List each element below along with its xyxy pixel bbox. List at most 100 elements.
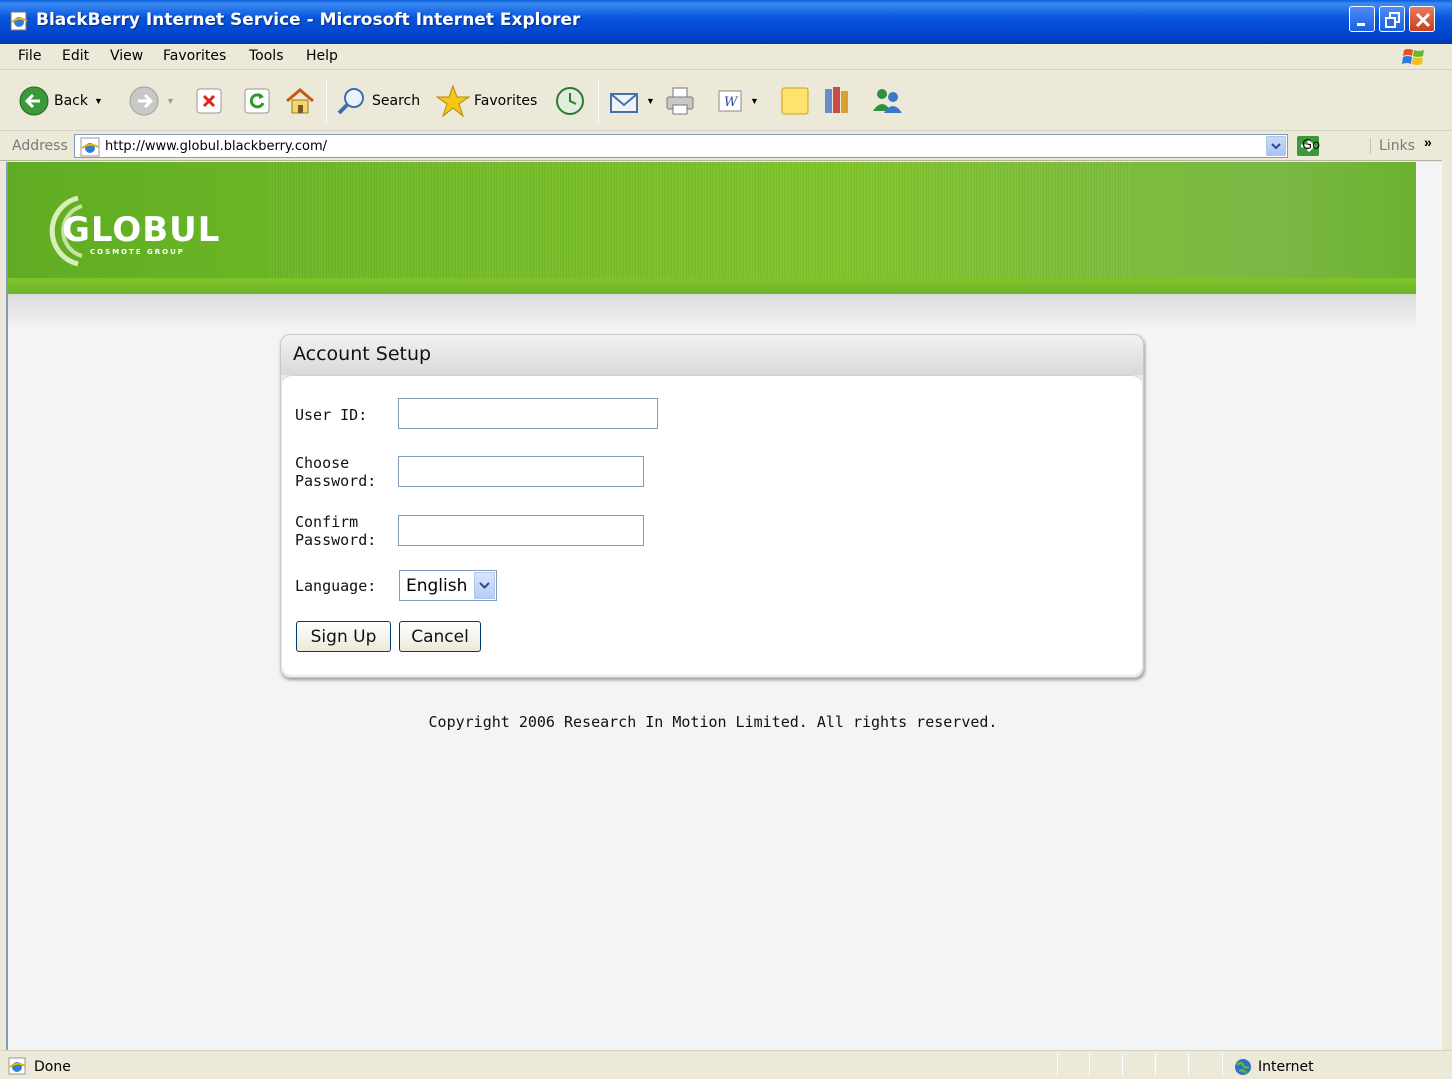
user-id-input[interactable] (398, 398, 658, 429)
favorites-star-icon (436, 84, 470, 118)
discuss-button[interactable] (780, 71, 810, 131)
language-select[interactable]: English (399, 570, 497, 601)
account-setup-panel: Account Setup User ID: Choose Password: … (280, 334, 1144, 678)
title-bar: BlackBerry Internet Service - Microsoft … (0, 0, 1452, 44)
window-frame-edge (1442, 132, 1452, 1050)
menu-view[interactable]: View (110, 48, 143, 64)
history-icon (556, 87, 584, 115)
menu-bar: File Edit View Favorites Tools Help (0, 44, 1452, 70)
word-edit-icon: W (718, 90, 742, 112)
language-label: Language: (295, 577, 377, 595)
status-divider (1188, 1054, 1189, 1076)
security-zone-label: Internet (1258, 1059, 1314, 1075)
address-label: Address (12, 138, 68, 154)
status-divider (1089, 1054, 1090, 1076)
ie-page-icon (80, 137, 100, 157)
print-button[interactable] (664, 71, 696, 131)
banner-shadow (8, 294, 1416, 330)
confirm-password-label-line1: Confirm (295, 513, 359, 531)
confirm-password-label-line2: Password: (295, 531, 377, 549)
status-divider (1122, 1054, 1123, 1076)
chevron-down-icon (479, 582, 490, 589)
status-text: Done (34, 1059, 71, 1075)
user-id-label: User ID: (295, 406, 368, 424)
home-icon (286, 88, 314, 114)
back-arrow-icon (19, 86, 49, 116)
ie-page-icon (10, 11, 28, 31)
links-label[interactable]: Links (1370, 138, 1415, 154)
toolbar-separator (326, 79, 327, 123)
status-divider (1222, 1054, 1223, 1076)
status-divider (1155, 1054, 1156, 1076)
refresh-icon (244, 88, 270, 114)
forward-arrow-icon (129, 86, 159, 116)
logo-brand-text: GLOBUL (62, 210, 221, 250)
refresh-button[interactable] (244, 71, 270, 131)
sign-up-button[interactable]: Sign Up (296, 621, 391, 652)
menu-edit[interactable]: Edit (62, 48, 89, 64)
address-bar: Address http://www.globul.blackberry.com… (0, 132, 1452, 161)
mail-icon (610, 93, 638, 113)
globul-logo: GLOBUL COSMOTE GROUP (38, 190, 238, 272)
minimize-button[interactable] (1349, 6, 1375, 32)
chevron-down-icon (1271, 143, 1281, 150)
restore-button[interactable] (1379, 6, 1405, 32)
messenger-icon (873, 89, 902, 113)
header-banner: GLOBUL COSMOTE GROUP (8, 162, 1416, 294)
forward-dropdown-icon[interactable]: ▼ (166, 96, 175, 106)
menu-favorites[interactable]: Favorites (163, 48, 226, 64)
toolbar: Back ▼ ▼ Search Favorites ▼ W ▼ (0, 71, 1452, 131)
ie-page-icon (8, 1057, 26, 1075)
address-input[interactable]: http://www.globul.blackberry.com/ (74, 134, 1288, 158)
windows-logo-icon (1402, 49, 1424, 65)
language-dropdown-button[interactable] (474, 572, 495, 599)
note-icon (781, 87, 809, 115)
print-icon (666, 87, 694, 115)
home-button[interactable] (284, 71, 316, 131)
restore-icon (1385, 12, 1400, 28)
minimize-icon (1357, 23, 1365, 26)
menu-tools[interactable]: Tools (249, 48, 284, 64)
favorites-button[interactable]: Favorites (436, 71, 537, 131)
search-label: Search (372, 93, 421, 109)
address-dropdown-button[interactable] (1266, 136, 1286, 156)
close-icon (1415, 12, 1431, 28)
go-button[interactable]: Go (1296, 135, 1320, 157)
choose-password-label-line2: Password: (295, 472, 377, 490)
mail-dropdown-icon[interactable]: ▼ (646, 96, 655, 106)
panel-body: User ID: Choose Password: Confirm Passwo… (282, 375, 1142, 675)
choose-password-input[interactable] (398, 456, 644, 487)
back-label: Back (54, 93, 88, 109)
copyright-text: Copyright 2006 Research In Motion Limite… (428, 713, 998, 731)
edit-button[interactable]: W ▼ (716, 71, 759, 131)
confirm-password-input[interactable] (398, 515, 644, 546)
research-button[interactable] (822, 71, 852, 131)
window-title: BlackBerry Internet Service - Microsoft … (36, 10, 581, 30)
menu-file[interactable]: File (18, 48, 41, 64)
back-button[interactable]: Back ▼ (18, 71, 103, 131)
stop-icon (196, 88, 222, 114)
history-button[interactable] (554, 71, 586, 131)
messenger-button[interactable] (870, 71, 904, 131)
search-button[interactable]: Search (336, 71, 420, 131)
mail-button[interactable]: ▼ (608, 71, 655, 131)
menu-help[interactable]: Help (306, 48, 338, 64)
panel-header: Account Setup (281, 335, 1143, 375)
stop-button[interactable] (196, 71, 222, 131)
toolbar-separator (598, 79, 599, 123)
go-label: Go (1302, 138, 1321, 153)
language-selected-value: English (406, 576, 468, 596)
edit-dropdown-icon[interactable]: ▼ (750, 96, 759, 106)
back-dropdown-icon[interactable]: ▼ (94, 96, 103, 106)
favorites-label: Favorites (474, 93, 538, 109)
vertical-scrollbar[interactable] (1416, 162, 1442, 1050)
research-books-icon (825, 87, 848, 113)
chevron-right-icon[interactable]: » (1424, 134, 1432, 150)
forward-button[interactable]: ▼ (128, 71, 175, 131)
page-viewport: GLOBUL COSMOTE GROUP Account Setup User … (6, 162, 1416, 1050)
cancel-button[interactable]: Cancel (399, 621, 481, 652)
close-button[interactable] (1409, 6, 1435, 32)
status-bar: Done Internet (0, 1050, 1452, 1079)
logo-tagline-text: COSMOTE GROUP (90, 248, 185, 256)
svg-text:W: W (724, 95, 739, 110)
